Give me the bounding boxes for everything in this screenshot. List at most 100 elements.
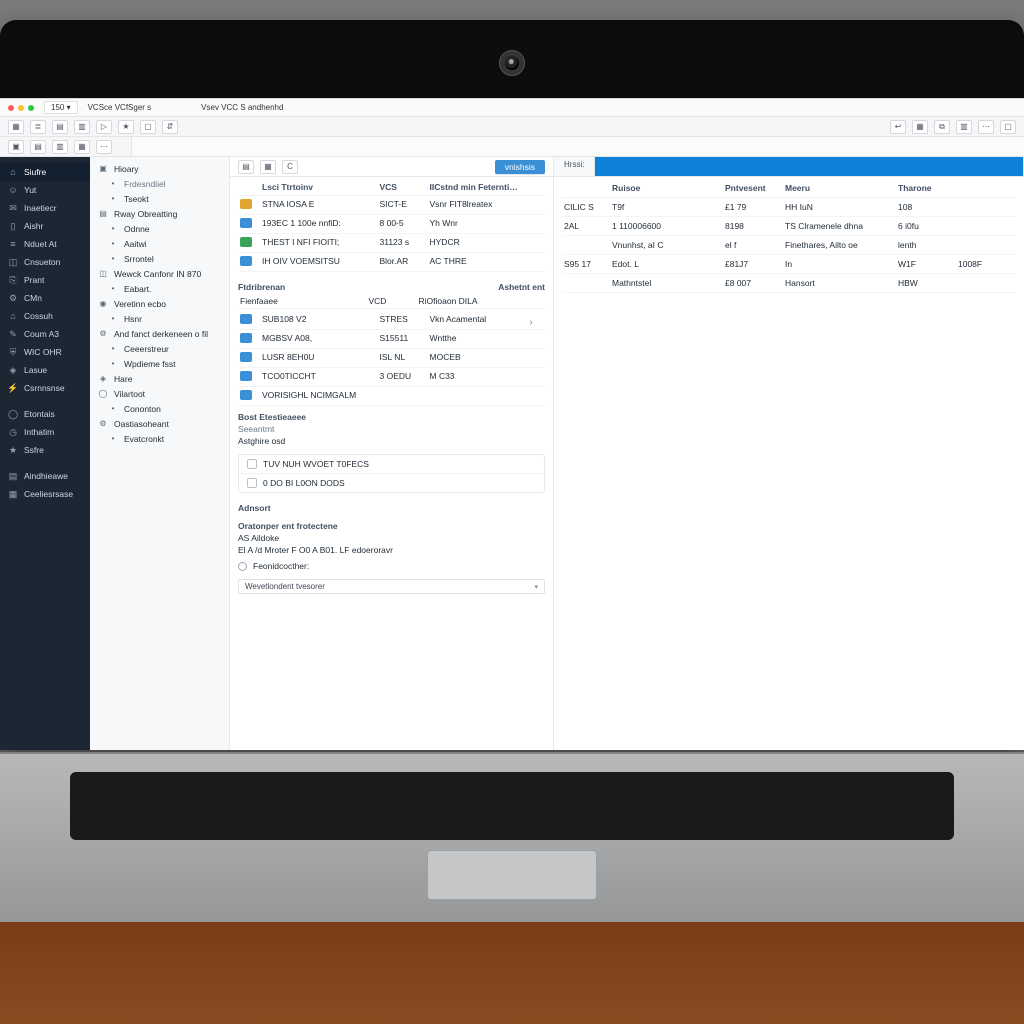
tb-layers-icon[interactable]: ▤ <box>52 120 68 134</box>
tree-item[interactable]: •Eabart. <box>90 281 229 296</box>
cell[interactable]: 8198 <box>723 217 783 236</box>
cell[interactable]: Vsnr FIT8lreatex <box>428 196 546 215</box>
cell[interactable]: TCO0TICCHT <box>260 368 378 387</box>
tb-cols-icon[interactable]: ▥ <box>74 120 90 134</box>
primary-action-button[interactable]: vnishsis <box>495 160 545 174</box>
sidebar-item[interactable]: ▯Aishr <box>0 217 90 235</box>
cell[interactable]: S15511 <box>378 330 428 349</box>
tree-item[interactable]: ◉Veretinn ecbo <box>90 296 229 311</box>
option-b[interactable]: 0 DO BI L0ON DODS <box>239 474 544 492</box>
tb-copy-icon[interactable]: ⧉ <box>934 120 950 134</box>
cell[interactable]: lenth <box>896 236 956 255</box>
tb-star-icon[interactable]: ★ <box>118 120 134 134</box>
tb-dots-icon[interactable]: ⋯ <box>978 120 994 134</box>
cell[interactable] <box>562 274 610 293</box>
sidebar-item[interactable]: ✉Inaetiecr <box>0 199 90 217</box>
cell[interactable]: T9f <box>610 198 723 217</box>
tree-item[interactable]: •Cononton <box>90 401 229 416</box>
sidebar-item[interactable]: ★Ssfre <box>0 441 90 459</box>
cell[interactable]: M C33 <box>428 368 546 387</box>
cell[interactable]: 108 <box>896 198 956 217</box>
cell[interactable]: CILIC S <box>562 198 610 217</box>
tree-item[interactable]: ◈Hare <box>90 371 229 386</box>
tab-a[interactable]: VCSce VCfSger s <box>88 103 152 112</box>
tree-item[interactable]: •Ceeerstreur <box>90 341 229 356</box>
cell[interactable]: £81J7 <box>723 255 783 274</box>
tb-sort-icon[interactable]: ⇵ <box>162 120 178 134</box>
stb-b-icon[interactable]: ▤ <box>30 140 46 154</box>
cell[interactable]: Mathntstel <box>610 274 723 293</box>
tb-grid2-icon[interactable]: ▦ <box>912 120 928 134</box>
sidebar-item[interactable]: ≡Nduet At <box>0 235 90 253</box>
tb-back-icon[interactable]: ↩ <box>890 120 906 134</box>
ctb-b-icon[interactable]: ▦ <box>260 160 276 174</box>
sidebar-item[interactable]: ◈Lasue <box>0 361 90 379</box>
cell[interactable]: 6 i0fu <box>896 217 956 236</box>
collapse-handle-icon[interactable]: › <box>522 313 540 331</box>
cell[interactable] <box>562 236 610 255</box>
cell[interactable]: STNA IOSA E <box>260 196 378 215</box>
stb-d-icon[interactable]: ▦ <box>74 140 90 154</box>
cell[interactable]: VORISIGHL NCIMGALM <box>260 387 378 406</box>
column-header[interactable] <box>562 179 610 198</box>
cell[interactable]: 1008F <box>956 255 1016 274</box>
tab-badge[interactable]: 150 ▾ <box>44 101 78 114</box>
cell[interactable]: Edot. L <box>610 255 723 274</box>
tree-item[interactable]: ◯Vilartoot <box>90 386 229 401</box>
cell[interactable]: Yh Wnr <box>428 215 546 234</box>
cell[interactable]: IH OIV VOEMSITSU <box>260 253 378 272</box>
cell[interactable]: £8 007 <box>723 274 783 293</box>
cell[interactable]: STRES <box>378 311 428 330</box>
column-header[interactable]: Ruisoe <box>610 179 723 198</box>
rp-tab-active[interactable] <box>595 157 1024 176</box>
stb-e-icon[interactable]: ⋯ <box>96 140 112 154</box>
cell[interactable]: Vnunhst, aI C <box>610 236 723 255</box>
column-header[interactable]: Meeru <box>783 179 896 198</box>
sidebar-item[interactable]: ✎Coum A3 <box>0 325 90 343</box>
cell[interactable] <box>956 198 1016 217</box>
cell[interactable]: 31123 s <box>378 234 428 253</box>
sidebar-item[interactable]: ⌂Cossuh <box>0 307 90 325</box>
cell[interactable] <box>956 236 1016 255</box>
cell[interactable]: HYDCR <box>428 234 546 253</box>
column-header[interactable] <box>956 179 1016 198</box>
stb-c-icon[interactable]: ▥ <box>52 140 68 154</box>
cell[interactable]: MOCEB <box>428 349 546 368</box>
cell[interactable]: TS Clramenele dhna <box>783 217 896 236</box>
tree-item[interactable]: ▣Hioary <box>90 161 229 176</box>
option-a[interactable]: TUV NUH WVOET T0FECS <box>239 455 544 474</box>
sidebar-item[interactable]: ⎘Prant <box>0 271 90 289</box>
cell[interactable]: Hansort <box>783 274 896 293</box>
select-dropdown[interactable]: Wevetlondent tvesorer ▾ <box>238 579 545 594</box>
tree-item[interactable]: ◫Wewck Canfonr IN 870 <box>90 266 229 281</box>
tree-item[interactable]: •Odnne <box>90 221 229 236</box>
radio-row[interactable]: Feonidcocther: <box>230 557 553 575</box>
cell[interactable] <box>428 387 546 406</box>
cell[interactable]: In <box>783 255 896 274</box>
sidebar-item[interactable]: ⚙CMn <box>0 289 90 307</box>
tree-item[interactable]: •Aaitwi <box>90 236 229 251</box>
cell[interactable]: Finethares, Ailto oe <box>783 236 896 255</box>
tb-list-icon[interactable]: ≣ <box>30 120 46 134</box>
cell[interactable]: Wntthe <box>428 330 546 349</box>
cell[interactable]: HBW <box>896 274 956 293</box>
cell[interactable]: Blor.AR <box>378 253 428 272</box>
cell[interactable] <box>956 217 1016 236</box>
sidebar-item[interactable]: ☺Yut <box>0 181 90 199</box>
tree-item[interactable]: ⚙And fanct derkeneen o fil <box>90 326 229 341</box>
tree-item[interactable]: ▤Rway Obreatting <box>90 206 229 221</box>
cell[interactable]: 2AL <box>562 217 610 236</box>
tb-cols2-icon[interactable]: ▥ <box>956 120 972 134</box>
sidebar-item[interactable]: ◫Cnsueton <box>0 253 90 271</box>
sidebar-item[interactable]: ⚡Csrnnsnse <box>0 379 90 397</box>
cell[interactable]: ISL NL <box>378 349 428 368</box>
ctb-a-icon[interactable]: ▤ <box>238 160 254 174</box>
tree-item[interactable]: •Srrontel <box>90 251 229 266</box>
sidebar-item[interactable]: ⛨WIC OHR <box>0 343 90 361</box>
cell[interactable]: W1F <box>896 255 956 274</box>
tb-grid-icon[interactable]: ▦ <box>8 120 24 134</box>
cell[interactable]: S95 17 <box>562 255 610 274</box>
checkbox-icon[interactable] <box>247 478 257 488</box>
tree-item[interactable]: ⚙Oastiasoheant <box>90 416 229 431</box>
close-dot[interactable] <box>8 105 14 111</box>
